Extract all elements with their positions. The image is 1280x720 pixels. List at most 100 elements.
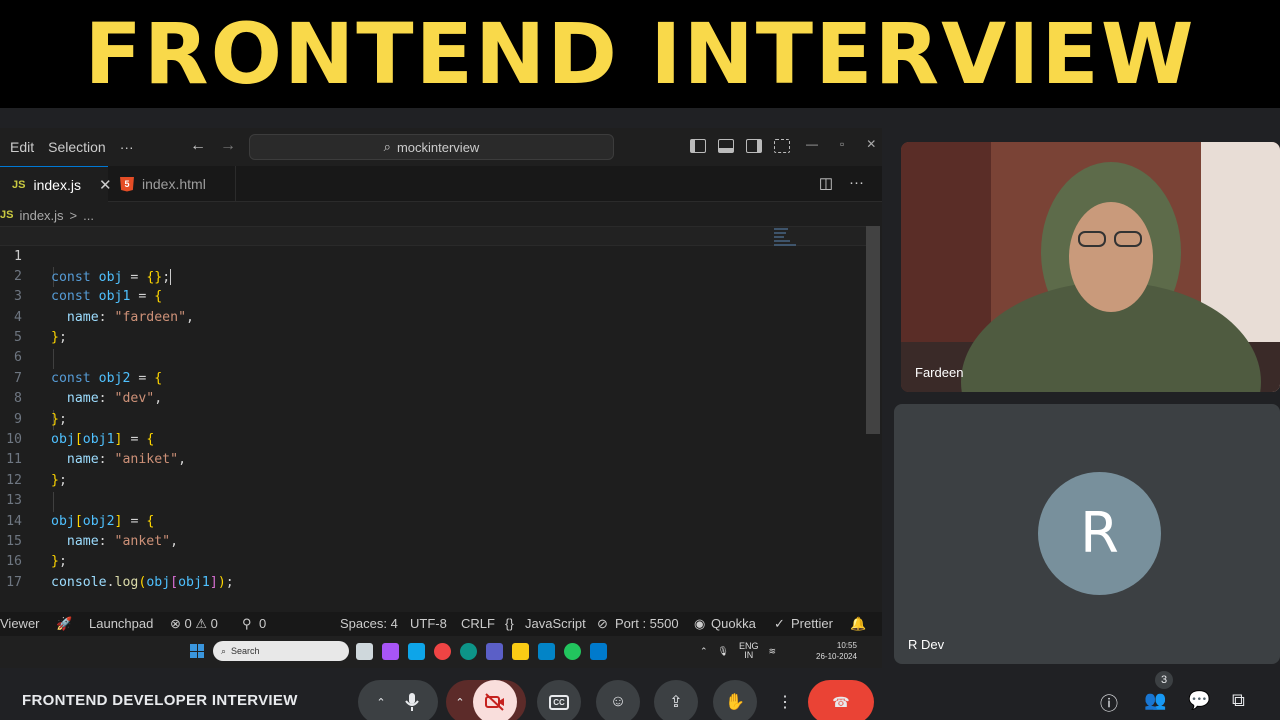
status-eol[interactable]: CRLF (461, 616, 495, 631)
forward-arrow-icon[interactable]: → (220, 137, 236, 155)
code-editor[interactable]: 1 const obj = {}; 2 const obj1 = { 3 nam… (0, 226, 866, 610)
html-file-icon: 5 (120, 176, 134, 192)
code-line: 5 (0, 308, 866, 345)
tab-index-js[interactable]: JS index.js ✕ (0, 166, 112, 202)
end-call-button[interactable]: ☎ (808, 680, 874, 720)
toggle-secondary-sidebar-icon[interactable] (746, 139, 762, 153)
vscode-icon[interactable] (590, 643, 607, 660)
status-launchpad[interactable]: Launchpad (89, 616, 153, 631)
input-language[interactable]: ENG IN (739, 642, 759, 660)
activities-icon[interactable]: ⧉ (1232, 690, 1245, 711)
raise-hand-button[interactable]: ✋ (713, 680, 757, 720)
meeting-info-icon[interactable]: ⓘ (1100, 690, 1118, 716)
launchpad-icon: 🚀 (56, 616, 73, 631)
more-actions-icon[interactable]: ··· (849, 174, 864, 192)
people-icon[interactable]: 👥 (1144, 690, 1166, 711)
status-ports[interactable]: 0 (259, 616, 266, 631)
code-line: 3 name: "fardeen", (0, 267, 866, 324)
status-quokka[interactable]: Quokka (711, 616, 756, 631)
bell-icon[interactable]: 🔔 (850, 616, 866, 632)
chat-icon[interactable]: 💬 (1188, 690, 1210, 711)
menu-selection[interactable]: Selection (48, 139, 106, 155)
emoji-icon: ☺ (609, 693, 627, 710)
participant-tile-avatar[interactable]: R R Dev (894, 404, 1280, 664)
search-icon: ⌕ (221, 645, 227, 656)
tray-mic-icon[interactable]: 🎙 (718, 646, 729, 657)
code-line: 4 }; (0, 287, 866, 345)
captions-button[interactable]: CC (537, 680, 581, 720)
restore-icon[interactable]: ▫ (840, 137, 844, 151)
code-line: 11 }; (0, 430, 866, 487)
chevron-up-icon[interactable]: ⌃ (376, 696, 385, 709)
mic-button[interactable]: ⌃ (358, 680, 438, 720)
chrome-icon[interactable] (434, 643, 451, 660)
split-editor-icon[interactable]: ◫ (819, 174, 833, 192)
camera-button[interactable]: ⌃ (446, 680, 526, 720)
tab-label: index.js (33, 176, 81, 193)
customize-layout-icon[interactable] (774, 139, 790, 153)
avatar: R (1038, 472, 1161, 595)
tab-label: index.html (142, 176, 206, 192)
editor-actions: ◫ ··· (819, 174, 864, 192)
close-window-icon[interactable]: ✕ (866, 137, 876, 151)
status-spaces[interactable]: Spaces: 4 (340, 616, 398, 631)
copilot-icon[interactable] (382, 643, 399, 660)
teams-icon[interactable] (486, 643, 503, 660)
breadcrumb-file[interactable]: index.js (19, 208, 63, 223)
title-banner: FRONTEND INTERVIEW (0, 0, 1280, 108)
banner-title: FRONTEND INTERVIEW (84, 5, 1196, 103)
tray-chevron-icon[interactable]: ⌃ (700, 646, 708, 657)
taskbar-search-placeholder: Search (231, 646, 260, 656)
chrome-alt-icon[interactable] (564, 643, 581, 660)
status-viewer[interactable]: Viewer (0, 616, 40, 631)
meeting-title: FRONTEND DEVELOPER INTERVIEW (22, 692, 298, 709)
widgets-icon[interactable] (408, 643, 425, 660)
minimap[interactable] (774, 228, 802, 260)
breadcrumb: JS index.js > ... (0, 204, 94, 226)
layout-controls (690, 139, 790, 153)
status-port[interactable]: Port : 5500 (615, 616, 679, 631)
minimize-icon[interactable]: — (806, 137, 818, 151)
more-options-button[interactable]: ⋮ (772, 680, 798, 720)
taskbar-search[interactable]: ⌕ Search (213, 641, 349, 661)
menu-edit[interactable]: Edit (10, 139, 34, 155)
task-view-icon[interactable] (356, 643, 373, 660)
ports-icon: ⚲ (242, 616, 252, 631)
status-problems[interactable]: ⊗ 0 ⚠ 0 (170, 616, 218, 632)
file-explorer-icon[interactable] (512, 643, 529, 660)
menu-more[interactable]: ··· (120, 139, 134, 155)
status-encoding[interactable]: UTF-8 (410, 616, 447, 631)
toggle-panel-icon[interactable] (718, 139, 734, 153)
captions-icon: CC (549, 694, 569, 710)
status-language[interactable]: JavaScript (525, 616, 586, 631)
status-prettier[interactable]: Prettier (791, 616, 833, 631)
vertical-scrollbar[interactable] (866, 226, 880, 434)
present-screen-icon: ⇪ (669, 694, 683, 711)
breadcrumb-more[interactable]: ... (83, 208, 94, 223)
back-arrow-icon[interactable]: ← (190, 137, 206, 155)
vscode-titlebar: Edit Selection ··· ← → ⌕ mockinterview —… (0, 128, 882, 166)
participant-tile-video[interactable]: Fardeen (901, 142, 1280, 392)
store-icon[interactable] (538, 643, 555, 660)
windows-start-icon[interactable] (190, 644, 204, 658)
line-number: 17 (6, 574, 22, 590)
editor-tabs: JS index.js ✕ 5 index.html ◫ ··· (0, 166, 882, 202)
code-line: 1 const obj = {}; (0, 226, 866, 285)
wifi-icon[interactable]: ≋ (769, 646, 777, 657)
code-line: 6 const obj2 = { (0, 328, 866, 385)
command-center-search[interactable]: ⌕ mockinterview (249, 134, 614, 160)
more-vert-icon: ⋮ (777, 694, 793, 711)
chevron-up-icon[interactable]: ⌃ (455, 696, 464, 709)
taskbar-apps (356, 643, 607, 660)
tab-index-html[interactable]: 5 index.html (108, 166, 236, 202)
toggle-primary-sidebar-icon[interactable] (690, 139, 706, 153)
nav-arrows: ← → (190, 137, 236, 155)
edge-icon[interactable] (460, 643, 477, 660)
check-icon: ✓ (774, 616, 785, 631)
taskbar-clock[interactable]: 10:55 26-10-2024 (816, 640, 857, 662)
clock-time: 10:55 (836, 641, 857, 650)
clock-date: 26-10-2024 (816, 652, 857, 661)
menu-bar: Edit Selection ··· (0, 139, 148, 155)
present-button[interactable]: ⇪ (654, 680, 698, 720)
reactions-button[interactable]: ☺ (596, 680, 640, 720)
